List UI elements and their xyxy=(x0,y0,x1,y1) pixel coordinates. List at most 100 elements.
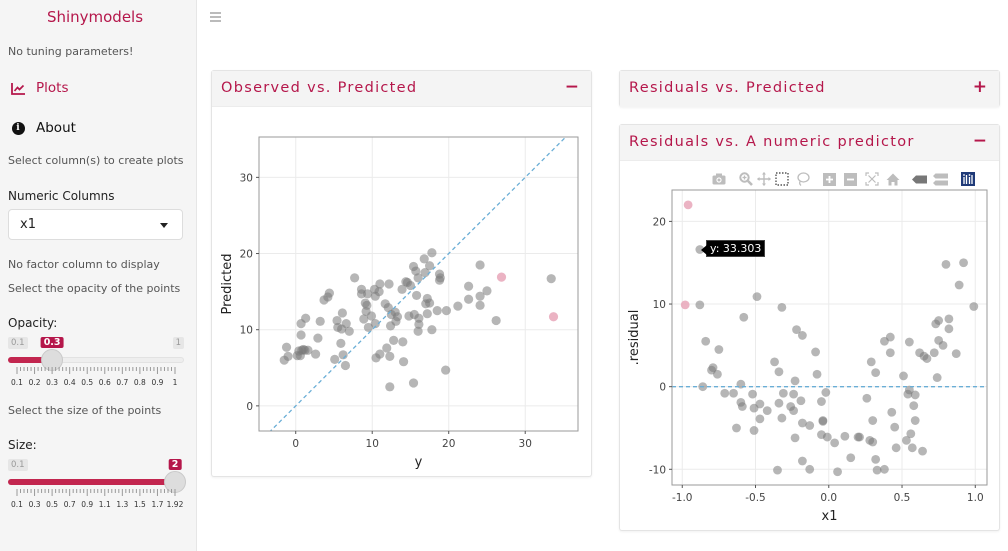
data-point xyxy=(491,315,501,326)
x-axis-label: x1 xyxy=(822,509,838,524)
hover-closest-icon[interactable] xyxy=(912,172,927,187)
data-point xyxy=(821,388,831,397)
collapse-button[interactable]: − xyxy=(565,77,579,97)
data-point xyxy=(906,429,916,439)
y-tick-label: 20 xyxy=(653,216,666,228)
y-tick-label: 0 xyxy=(659,382,666,394)
data-point xyxy=(283,351,293,361)
x-tick-label: 0.5 xyxy=(894,492,911,504)
data-point xyxy=(392,312,403,322)
data-point xyxy=(941,259,951,269)
zoom-out-icon[interactable] xyxy=(843,172,858,187)
data-point xyxy=(424,298,435,308)
data-point xyxy=(714,345,724,354)
data-point xyxy=(755,399,765,409)
panel-header: Residuals vs. Predicted + xyxy=(620,71,999,107)
data-point xyxy=(748,389,757,399)
data-point xyxy=(805,464,815,474)
slider-tick-label: 1.92 xyxy=(166,500,184,509)
data-point xyxy=(411,290,422,301)
x-tick-label: 20 xyxy=(442,438,455,450)
slider-tick-label: 0.6 xyxy=(98,378,111,387)
slider-tick-labels: 0.1 0.2 0.3 0.4 0.5 0.6 0.7 0.8 0.9 1 xyxy=(8,378,184,388)
residuals-vs-predicted-panel: Residuals vs. Predicted + xyxy=(619,70,1000,107)
lasso-select-icon[interactable] xyxy=(795,172,810,187)
data-point xyxy=(938,340,948,350)
y-axis-label: Predicted xyxy=(220,253,235,314)
data-point xyxy=(384,279,394,289)
y-tick-label: -10 xyxy=(649,464,666,476)
x-tick-label: 30 xyxy=(519,438,532,450)
autoscale-icon[interactable] xyxy=(864,172,879,187)
select-columns-text: Select column(s) to create plots xyxy=(8,154,184,167)
panel-header: Observed vs. Predicted − xyxy=(212,71,591,107)
reset-axes-icon[interactable] xyxy=(885,172,900,187)
observed-vs-predicted-chart[interactable]: 0 10 20 30 0 10 20 30 y Predicted xyxy=(212,107,593,477)
opacity-help-text: Select the opacity of the points xyxy=(8,282,181,295)
expand-button[interactable]: + xyxy=(973,77,987,97)
collapse-button[interactable]: − xyxy=(973,131,987,151)
slider-tick-label: 0.5 xyxy=(46,500,59,509)
x-axis-label: y xyxy=(415,455,423,470)
data-point xyxy=(805,421,815,430)
slider-tick-label: 0.7 xyxy=(63,500,76,509)
numeric-columns-select[interactable]: x1 xyxy=(8,209,183,240)
nav-item-plots[interactable]: Plots xyxy=(10,80,68,96)
pan-icon[interactable] xyxy=(756,172,771,187)
slider-ticks xyxy=(16,489,176,496)
sidebar-toggle-icon[interactable] xyxy=(210,12,221,24)
residuals-vs-x1-chart[interactable]: -1.0 -0.5 0.0 0.5 1.0 -10 0 10 20 x1 .residual xyxy=(620,161,1001,531)
data-point xyxy=(954,280,964,290)
slider-tick-label: 0.2 xyxy=(28,378,41,387)
app-brand[interactable]: Shinymodels xyxy=(0,8,190,26)
nav-item-about[interactable]: i About xyxy=(10,120,76,136)
data-point xyxy=(796,396,806,406)
y-tick-label: 10 xyxy=(240,325,253,337)
x-tick-label: 10 xyxy=(366,438,379,450)
data-point xyxy=(934,316,944,325)
data-point xyxy=(432,306,442,316)
data-point xyxy=(910,390,920,400)
data-point xyxy=(336,338,346,349)
data-point xyxy=(944,314,954,324)
hover-compare-icon[interactable] xyxy=(933,172,948,187)
data-point xyxy=(362,300,372,310)
box-select-icon[interactable] xyxy=(774,172,789,187)
data-point xyxy=(868,416,878,425)
data-point xyxy=(774,367,784,377)
data-point xyxy=(918,446,927,456)
numeric-columns-label: Numeric Columns xyxy=(8,189,115,203)
data-point xyxy=(281,342,292,352)
slider-ticks xyxy=(16,367,176,374)
data-point xyxy=(701,336,711,346)
camera-icon[interactable] xyxy=(711,172,726,187)
data-point xyxy=(871,454,881,464)
data-point xyxy=(435,273,445,283)
data-point xyxy=(778,388,788,398)
data-point xyxy=(350,273,360,283)
x-tick-label: 0.0 xyxy=(820,492,837,504)
data-point xyxy=(890,422,900,432)
data-point xyxy=(944,324,954,334)
plotly-logo-icon[interactable] xyxy=(960,172,975,187)
data-point xyxy=(313,333,323,343)
zoom-in-icon[interactable] xyxy=(822,172,837,187)
line-chart-icon xyxy=(10,80,26,96)
data-point xyxy=(752,292,762,301)
data-point xyxy=(382,343,392,353)
data-point xyxy=(812,369,822,379)
slider-tick-label: 0.1 xyxy=(11,378,23,387)
data-point xyxy=(441,306,452,316)
zoom-icon[interactable] xyxy=(738,172,753,187)
data-point xyxy=(546,274,556,284)
data-point xyxy=(929,348,939,358)
slider-tick-label: 1.3 xyxy=(116,500,129,509)
data-point xyxy=(959,258,968,268)
data-point xyxy=(695,300,705,310)
data-point xyxy=(868,437,878,447)
data-point xyxy=(909,401,919,411)
nav-item-label: About xyxy=(36,120,76,136)
data-point xyxy=(389,335,399,345)
highlighted-point xyxy=(548,312,559,322)
data-point xyxy=(311,349,321,359)
